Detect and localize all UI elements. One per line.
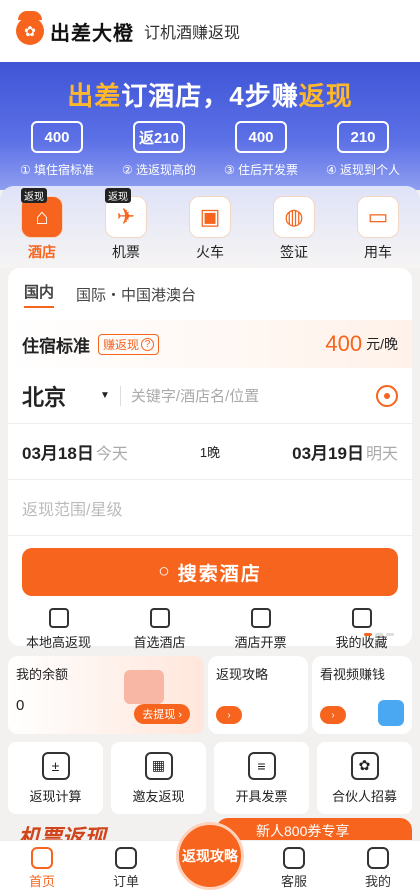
category-visa[interactable]: ◍ 签证 (259, 196, 329, 268)
checkin-day: 今天 (95, 445, 128, 463)
tab-international[interactable]: 国际・中国港澳台 (76, 284, 196, 305)
quick-preferred-hotel[interactable]: 首选酒店 (115, 608, 205, 651)
standard-unit: 元/晚 (366, 336, 398, 352)
bottom-nav: 首页 订单 客服 我的 返现攻略 (0, 822, 420, 896)
invoice-icon: 400 (31, 121, 83, 153)
search-icon: ○ (158, 561, 172, 582)
standard-label: 住宿标准 (22, 336, 90, 356)
category-train[interactable]: ▣ 火车 (175, 196, 245, 268)
receipt-icon: 400 (235, 121, 287, 153)
step-2: 返210 ② 选返现高的 (109, 121, 209, 178)
destination-row: 北京 ▼ 关键字/酒店名/位置 (8, 368, 412, 424)
nav-home[interactable]: 首页 (12, 847, 72, 890)
earn-cashback-tag[interactable]: 赚返现? (98, 333, 160, 355)
tool-partner[interactable]: ✿ 合伙人招募 (317, 742, 412, 814)
checkout-date[interactable]: 03月19日 (292, 439, 364, 464)
video-earn-card[interactable]: 看视频赚钱 › (312, 656, 412, 734)
date-row[interactable]: 03月18日 今天 1晚 03月19日 明天 (8, 424, 412, 480)
receipt-icon: ≡ (247, 751, 276, 780)
nav-service[interactable]: 客服 (264, 847, 324, 890)
step-4: 210 ④ 返现到个人 (313, 121, 413, 178)
quick-local-cashback[interactable]: 本地高返现 (14, 608, 104, 651)
promo-cards: 我的余额 0 去提现 › 返现攻略 › 看视频赚钱 › (8, 656, 412, 734)
order-icon (115, 847, 137, 869)
nights-count: 1晚 (199, 445, 221, 460)
category-car[interactable]: ▭ 用车 (343, 196, 413, 268)
cashback-tag: 返现 (21, 188, 47, 203)
divider (119, 385, 121, 406)
brand-name: 出差大橙 (50, 22, 134, 45)
promo-banner[interactable]: 出差订酒店，4步赚返现 400 ① 填住宿标准 返210 ② 选返现高的 400… (0, 62, 420, 190)
map-pin-icon (48, 608, 69, 628)
tool-grid: ± 返现计算 ▦ 邀友返现 ≡ 开具发票 ✿ 合伙人招募 (8, 742, 412, 814)
category-tabs: 返现 ⌂ 酒店 返现 ✈ 机票 ▣ 火车 ◍ 签证 ▭ 用车 (0, 186, 420, 268)
checkout-day: 明天 (365, 445, 398, 463)
cashback-guide-card[interactable]: 返现攻略 › (208, 656, 308, 734)
help-icon: ? (141, 337, 155, 351)
arrow-right-icon[interactable]: › (320, 706, 346, 724)
locate-icon[interactable] (376, 384, 398, 407)
orange-logo-icon: ✿ (16, 11, 44, 45)
balance-card[interactable]: 我的余额 0 去提现 › (8, 656, 204, 734)
standard-amount: 400 (325, 331, 363, 356)
nav-me[interactable]: 我的 (348, 847, 408, 890)
chat-icon (283, 847, 305, 869)
wallet-icon: 210 (337, 121, 389, 153)
tool-cashback-calc[interactable]: ± 返现计算 (8, 742, 103, 814)
invoice-icon (250, 608, 271, 628)
step-1: 400 ① 填住宿标准 (7, 121, 107, 178)
carousel-dots (364, 633, 394, 636)
category-hotel[interactable]: 返现 ⌂ 酒店 (7, 188, 77, 268)
checkin-date[interactable]: 03月18日 (22, 439, 94, 464)
cashback-tag: 返现 (105, 188, 131, 203)
star-icon (351, 608, 372, 628)
quick-links: 本地高返现 首选酒店 酒店开票 我的收藏 (8, 608, 412, 651)
brand-slogan: 订机酒赚返现 (144, 25, 241, 42)
banner-steps: 400 ① 填住宿标准 返210 ② 选返现高的 400 ③ 住后开发票 210… (0, 121, 420, 178)
top-bar: ✿ 出差大橙 订机酒赚返现 (0, 0, 420, 62)
visa-icon: ◍ (273, 196, 315, 238)
city-select[interactable]: 北京 (22, 380, 66, 412)
search-hotel-button[interactable]: ○ 搜索酒店 (22, 548, 398, 596)
quick-hotel-invoice[interactable]: 酒店开票 (216, 608, 306, 651)
money-illustration (124, 670, 164, 704)
withdraw-button[interactable]: 去提现 › (134, 704, 190, 724)
quick-favorites[interactable]: 我的收藏 (317, 608, 407, 651)
home-icon (31, 847, 53, 869)
range-star-input[interactable]: 返现范围/星级 (22, 496, 122, 520)
balance-title: 我的余额 (16, 667, 69, 682)
nav-orders[interactable]: 订单 (96, 847, 156, 890)
hotel-booking-card: 国内 国际・中国港澳台 住宿标准 赚返现? 400 元/晚 北京 ▼ 关键字/酒… (8, 268, 412, 650)
calculator-icon: ± (41, 751, 70, 780)
car-icon: ▭ (357, 196, 399, 238)
banner-title: 出差订酒店，4步赚返现 (67, 81, 353, 111)
tab-domestic[interactable]: 国内 (24, 281, 55, 308)
step-3: 400 ③ 住后开发票 (211, 121, 311, 178)
train-icon: ▣ (189, 196, 231, 238)
range-row[interactable]: 返现范围/星级 (8, 480, 412, 536)
cashback-guide-button[interactable]: 返现攻略 (176, 822, 244, 890)
play-video-icon (378, 700, 404, 726)
tool-invite[interactable]: ▦ 邀友返现 (111, 742, 206, 814)
coupon-icon: 返210 (133, 121, 185, 153)
scope-tabs: 国内 国际・中国港澳台 (8, 268, 412, 320)
user-icon (367, 847, 389, 869)
qrcode-icon: ▦ (144, 751, 173, 780)
accommodation-standard-row[interactable]: 住宿标准 赚返现? 400 元/晚 (8, 320, 412, 368)
caret-down-icon[interactable]: ▼ (100, 390, 110, 401)
thumb-up-icon (149, 608, 170, 628)
category-flight[interactable]: 返现 ✈ 机票 (91, 188, 161, 268)
tool-invoice[interactable]: ≡ 开具发票 (214, 742, 309, 814)
partner-icon: ✿ (350, 751, 379, 780)
arrow-right-icon[interactable]: › (216, 706, 242, 724)
keyword-input[interactable]: 关键字/酒店名/位置 (131, 385, 376, 406)
